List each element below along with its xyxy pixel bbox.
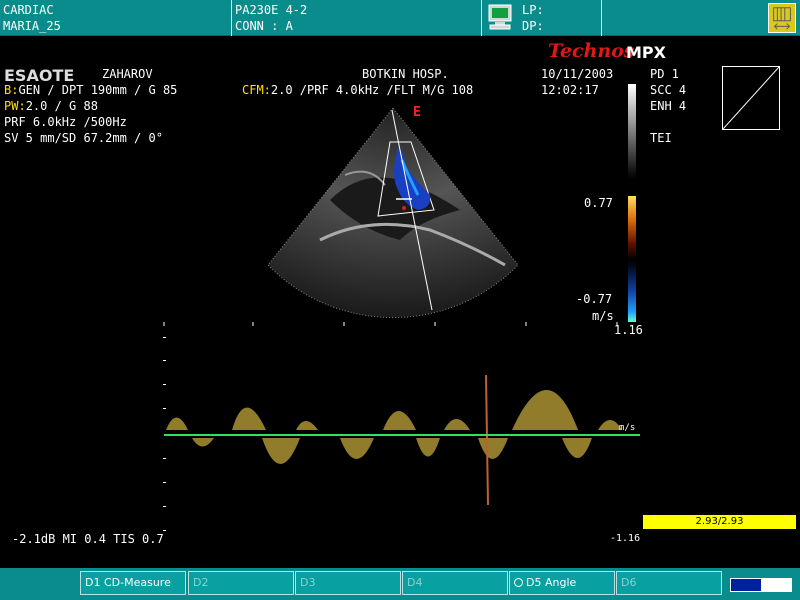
measurement-value: 2.93/2.93 (643, 515, 796, 529)
time-ticks (163, 322, 618, 326)
fkey-d4[interactable]: D4 (402, 571, 508, 595)
doppler-spectrum (166, 390, 622, 464)
status-progress-fill (731, 579, 761, 591)
fkey-d2[interactable]: D2 (188, 571, 294, 595)
flow-red-spot (402, 206, 406, 210)
doppler-scale-bottom: -1.16 (610, 533, 641, 544)
doppler-baseline (164, 434, 640, 436)
ultrasound-image (163, 107, 622, 531)
radio-icon (514, 578, 523, 587)
fkey-d3[interactable]: D3 (295, 571, 401, 595)
fkey-d5-angle[interactable]: D5 Angle (509, 571, 615, 595)
fkey-d1-cd-measure[interactable]: D1 CD-Measure (80, 571, 186, 595)
fkey-d6[interactable]: D6 (616, 571, 722, 595)
output-power-readout: -2.1dB MI 0.4 TIS 0.7 (12, 532, 164, 546)
marker-e: E (413, 105, 421, 120)
doppler-artifact (485, 374, 489, 506)
status-progress-bar (730, 578, 792, 592)
doppler-unit: m/s (619, 423, 636, 433)
fkey-d5-label: D5 Angle (526, 576, 577, 589)
